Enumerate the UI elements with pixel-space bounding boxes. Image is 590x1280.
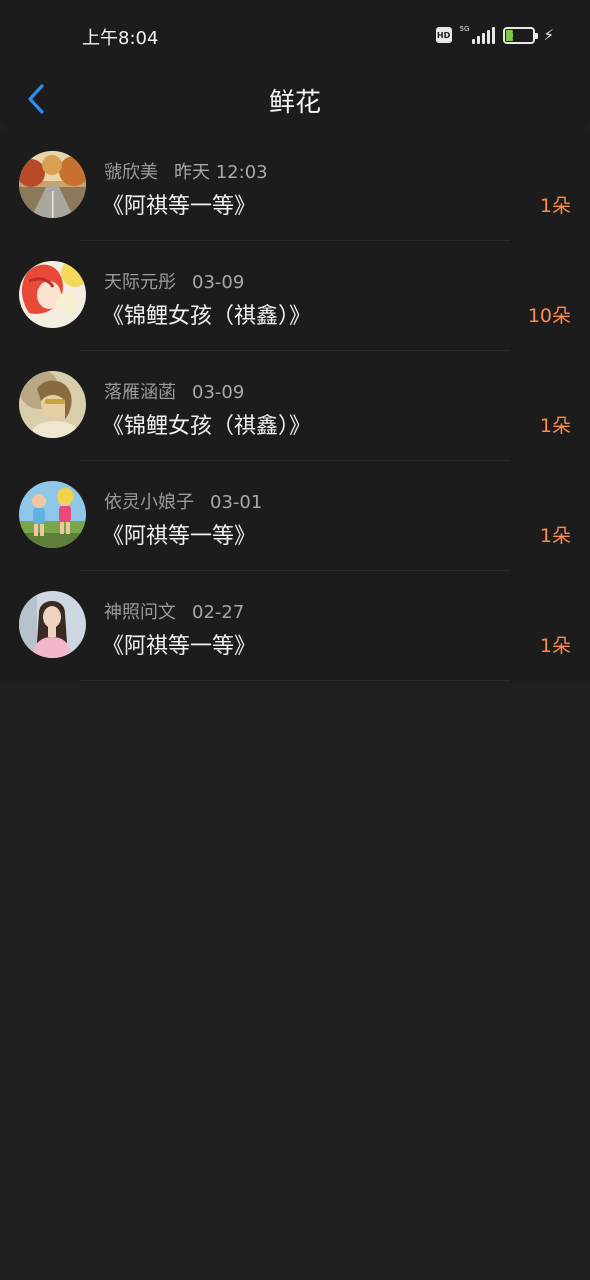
list-item[interactable]: 天际元彤 03-09 《锦鲤女孩（祺鑫）》 10朵 [0, 241, 590, 351]
page-title: 鲜花 [268, 88, 321, 118]
signal-icon: 5G [460, 26, 496, 44]
flower-count: 1朵 [539, 195, 571, 217]
sender-info: 依灵小娘子 03-01 [104, 488, 262, 514]
flower-count: 1朵 [539, 635, 571, 657]
list-item[interactable]: 虢欣美 昨天 12:03 《阿祺等一等》 1朵 [0, 131, 590, 241]
anime-girl-avatar[interactable] [19, 261, 86, 328]
sender-name: 天际元彤 [104, 272, 176, 293]
blurred-girl-avatar[interactable] [19, 371, 86, 438]
sender-name: 落雁涵菡 [104, 382, 176, 403]
hd-icon: HD [435, 27, 452, 43]
sender-info: 天际元彤 03-09 [104, 268, 244, 294]
book-title: 《阿祺等一等》 [102, 524, 257, 549]
autumn-road-avatar[interactable] [19, 151, 86, 218]
send-date: 03-01 [210, 492, 263, 513]
sender-name: 神照问文 [104, 602, 176, 623]
book-title: 《锦鲤女孩（祺鑫）》 [102, 304, 312, 329]
nav-bar: 鲜花 [0, 68, 590, 130]
status-bar: 上午8:04 HD 5G 28 ⚡ [0, 0, 590, 68]
list-item[interactable]: 神照问文 02-27 《阿祺等一等》 1朵 [0, 571, 590, 681]
battery-nub [535, 32, 539, 39]
dolls-avatar[interactable] [19, 481, 86, 548]
flower-count: 1朵 [539, 415, 571, 437]
sender-name: 依灵小娘子 [104, 492, 194, 513]
divider [80, 680, 510, 681]
status-icons: HD 5G 28 ⚡ [435, 24, 554, 46]
send-date: 02-27 [192, 602, 245, 623]
flower-count: 10朵 [527, 305, 571, 327]
status-time: 上午8:04 [82, 28, 159, 49]
send-date: 03-09 [192, 382, 245, 403]
sender-name: 虢欣美 [104, 162, 158, 183]
charging-icon: ⚡ [543, 26, 554, 44]
send-date: 昨天 12:03 [174, 162, 268, 183]
sender-info: 虢欣美 昨天 12:03 [104, 158, 268, 184]
girl-portrait-avatar[interactable] [19, 591, 86, 658]
book-title: 《阿祺等一等》 [102, 634, 257, 659]
battery-icon: 28 [503, 26, 539, 44]
list-item[interactable]: 依灵小娘子 03-01 《阿祺等一等》 1朵 [0, 461, 590, 571]
send-date: 03-09 [192, 272, 245, 293]
gift-list: 虢欣美 昨天 12:03 《阿祺等一等》 1朵 天际元彤 03-09 《锦鲤女孩（祺… [0, 131, 590, 681]
list-item[interactable]: 落雁涵菡 03-09 《锦鲤女孩（祺鑫）》 1朵 [0, 351, 590, 461]
sender-info: 落雁涵菡 03-09 [104, 378, 244, 404]
sender-info: 神照问文 02-27 [104, 598, 244, 624]
book-title: 《阿祺等一等》 [102, 194, 257, 219]
battery-level: 28 [511, 28, 528, 42]
network-type: 5G [459, 25, 470, 33]
book-title: 《锦鲤女孩（祺鑫）》 [102, 414, 312, 439]
flower-count: 1朵 [539, 525, 571, 547]
